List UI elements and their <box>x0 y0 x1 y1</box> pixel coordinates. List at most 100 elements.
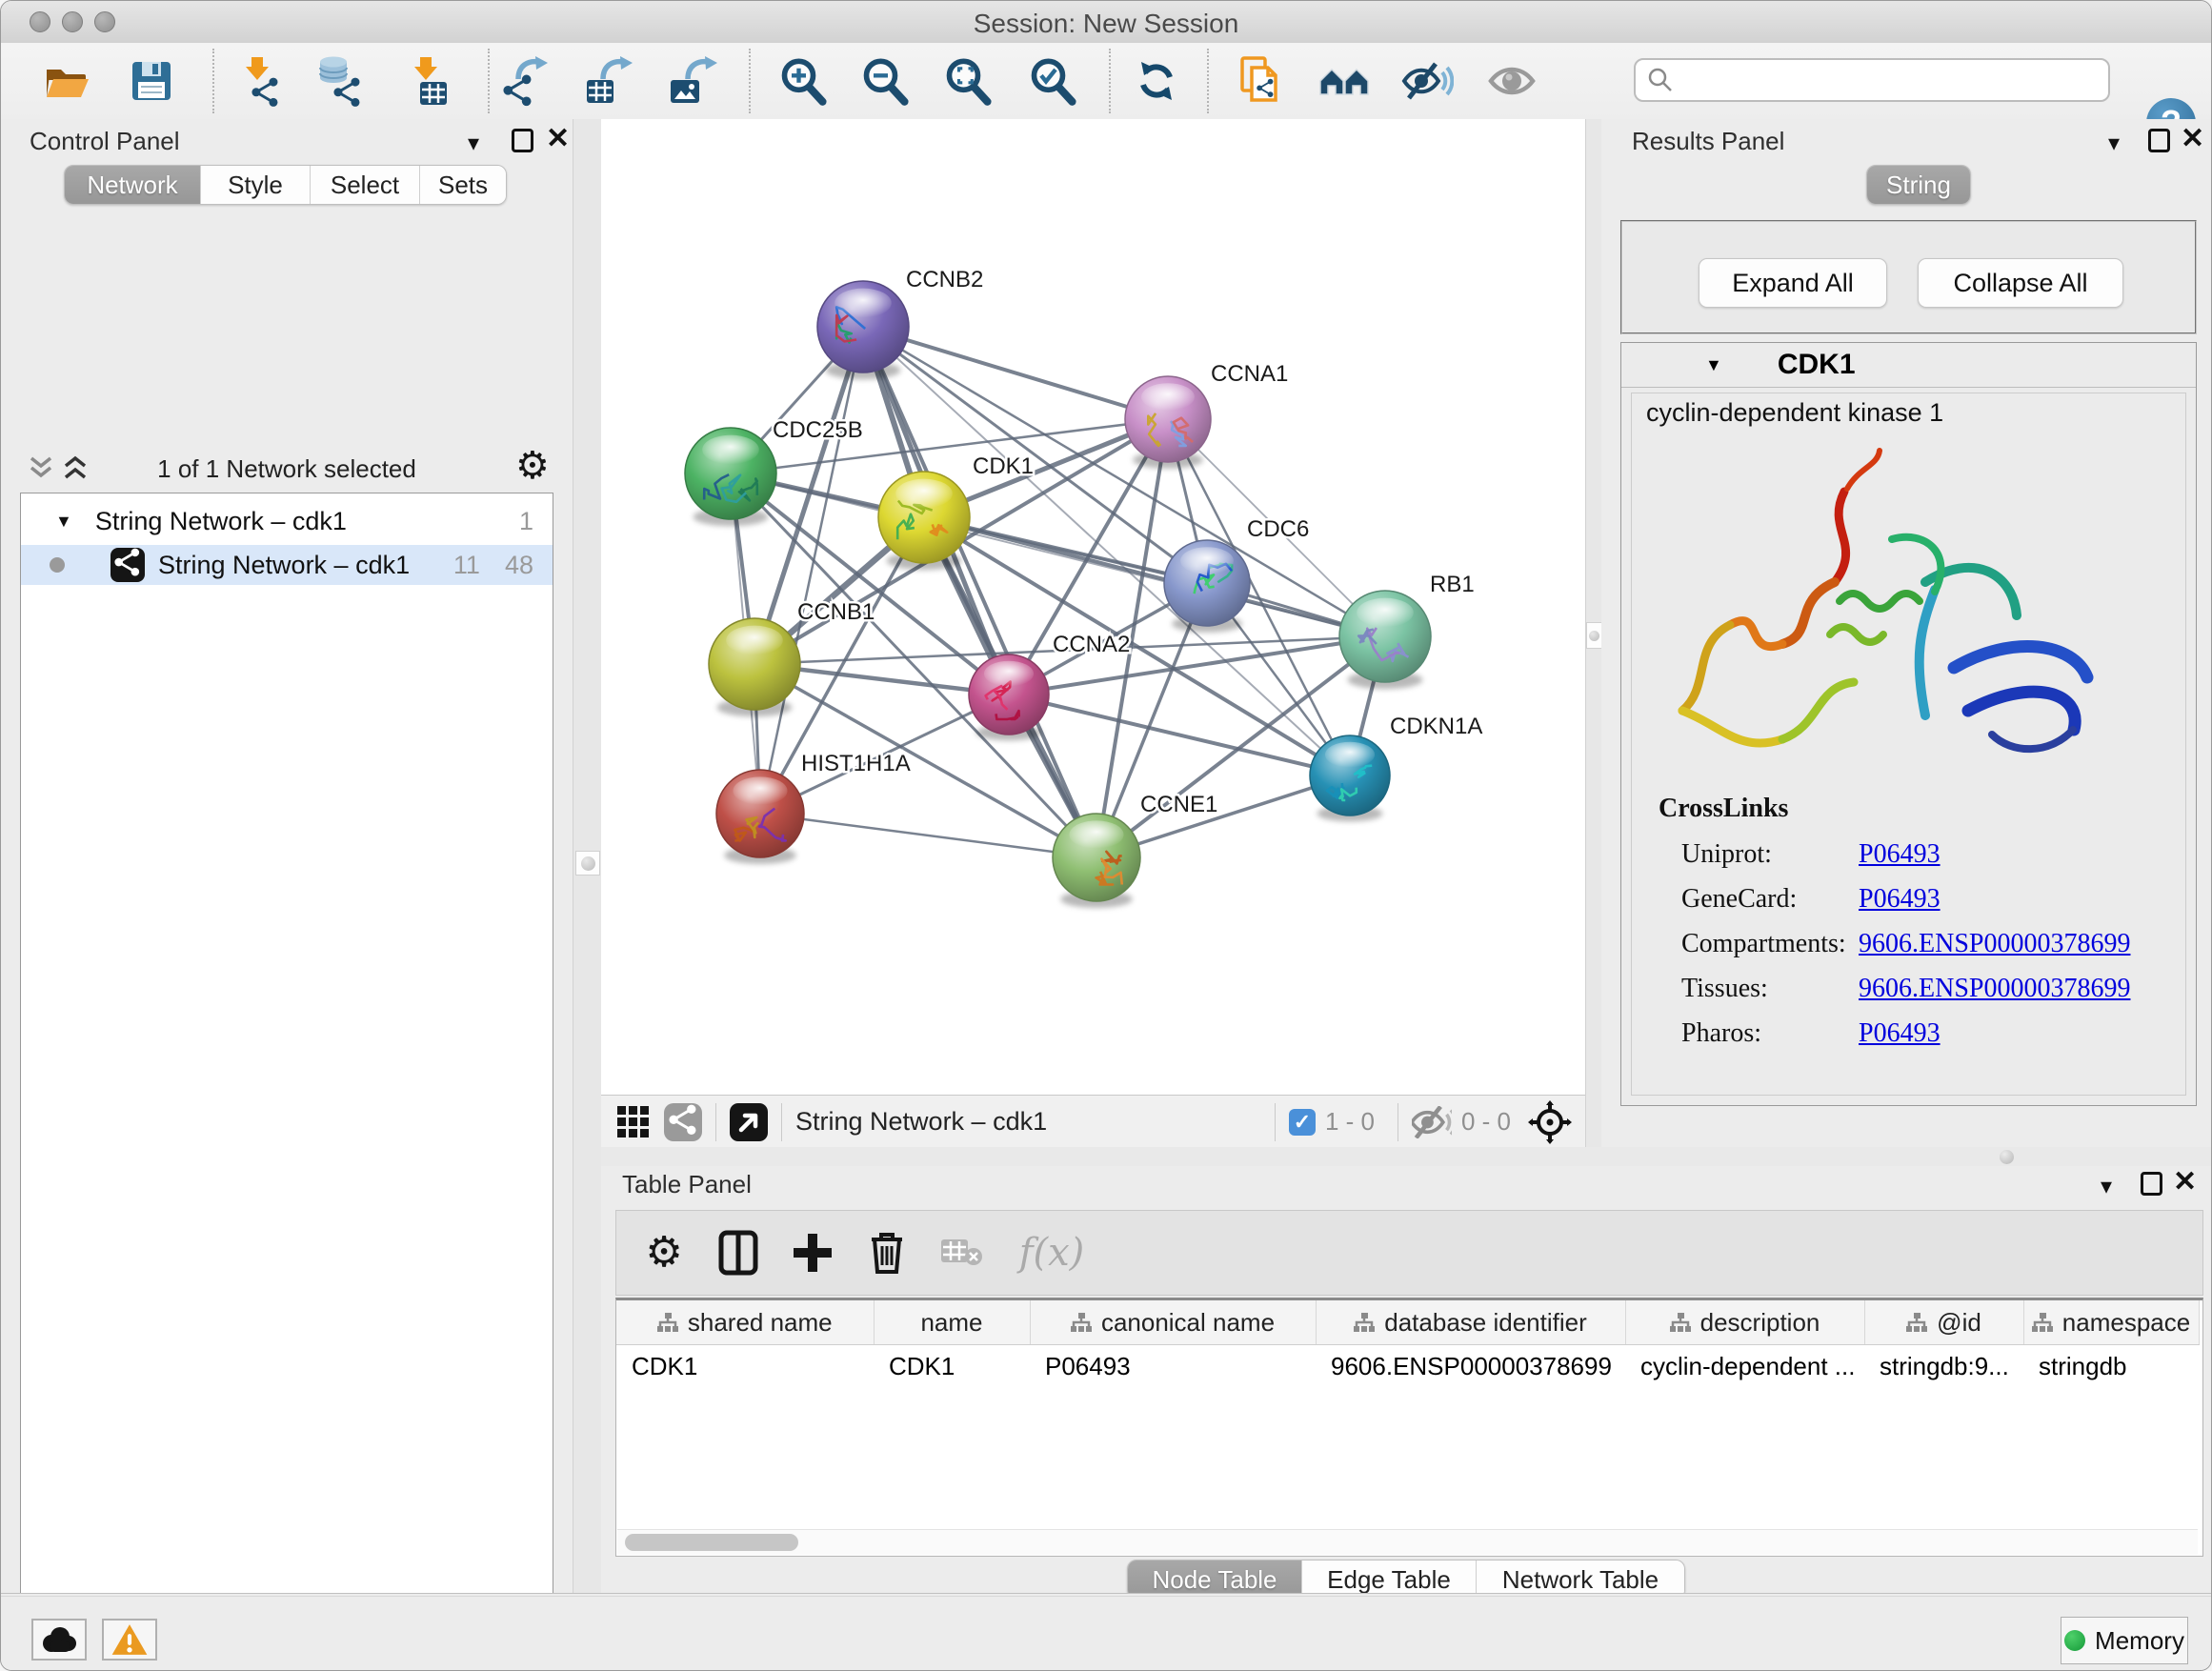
network-edge[interactable] <box>760 814 1096 857</box>
horizontal-scrollbar[interactable] <box>617 1529 2198 1555</box>
grid-view-icon[interactable] <box>616 1105 651 1139</box>
tab-network[interactable]: Network <box>65 166 200 204</box>
clone-network-icon[interactable] <box>1234 54 1287 108</box>
export-network-icon[interactable] <box>497 54 551 108</box>
cell-shared-name[interactable]: CDK1 <box>616 1345 874 1388</box>
protein-expander-icon[interactable]: ▼ <box>1705 355 1722 375</box>
scrollbar-thumb[interactable] <box>625 1534 798 1551</box>
network-node-CCNE1[interactable] <box>1053 814 1140 908</box>
selected-checkbox-icon[interactable]: ✓ <box>1289 1109 1316 1136</box>
houses-icon[interactable] <box>1317 54 1371 108</box>
memory-button[interactable]: Memory <box>2061 1617 2188 1664</box>
delete-column-trash-icon[interactable] <box>860 1226 914 1279</box>
export-image-icon[interactable] <box>664 54 717 108</box>
column-header[interactable]: database identifier <box>1316 1300 1625 1345</box>
zoom-fit-icon[interactable] <box>939 54 993 108</box>
network-options-gear-icon[interactable]: ⚙ <box>515 447 550 485</box>
search-field[interactable] <box>1634 58 2110 102</box>
table-row[interactable]: CDK1 CDK1 P06493 9606.ENSP00000378699 cy… <box>616 1345 2199 1388</box>
network-canvas[interactable]: CCNB2CCNA1CDC25BCDK1CDC6RB1CCNB1CCNA2CDK… <box>601 119 1585 1095</box>
network-node-CCNB2[interactable] <box>817 281 909 379</box>
control-panel-float-icon[interactable] <box>512 129 533 152</box>
expand-all-button[interactable]: Expand All <box>1699 258 1887 308</box>
titlebar: Session: New Session <box>1 1 2211 44</box>
tab-select[interactable]: Select <box>310 166 419 204</box>
right-splitter-handle[interactable] <box>1586 622 1602 649</box>
warning-button[interactable] <box>102 1619 157 1661</box>
column-header[interactable]: shared name <box>616 1300 874 1345</box>
network-node-CDKN1A[interactable] <box>1310 735 1390 821</box>
cell-description[interactable]: cyclin-dependent ... <box>1625 1345 1864 1388</box>
cell-database-identifier[interactable]: 9606.ENSP00000378699 <box>1316 1345 1625 1388</box>
network-edge[interactable] <box>760 327 863 814</box>
search-input[interactable] <box>1674 65 2087 96</box>
network-edge[interactable] <box>863 327 1096 857</box>
crosslink-tissues-link[interactable]: 9606.ENSP00000378699 <box>1859 974 2130 1003</box>
network-node-RB1[interactable] <box>1339 591 1431 689</box>
protein-section-header[interactable]: ▼ CDK1 <box>1621 343 2196 388</box>
network-node-CDC6[interactable] <box>1164 540 1250 633</box>
column-type-icon <box>657 1313 678 1332</box>
network-node-CCNB1[interactable] <box>709 618 800 716</box>
network-view-toolbar: String Network – cdk1 ✓ 1 - 0 0 - 0 <box>601 1095 1585 1148</box>
cell-namespace[interactable]: stringdb <box>2023 1345 2199 1388</box>
zoom-out-icon[interactable] <box>856 54 910 108</box>
column-header[interactable]: namespace <box>2023 1300 2199 1345</box>
zoom-selected-icon[interactable] <box>1024 54 1077 108</box>
cloud-button[interactable] <box>31 1619 87 1661</box>
control-panel-menu-icon[interactable]: ▾ <box>468 132 479 155</box>
tab-string[interactable]: String <box>1867 166 1970 204</box>
collection-expander-icon[interactable]: ▼ <box>55 512 72 532</box>
control-panel-close-icon[interactable]: ✕ <box>546 125 570 153</box>
show-columns-icon[interactable] <box>712 1226 765 1279</box>
network-node-HIST1H1A[interactable] <box>716 770 804 864</box>
column-header[interactable]: name <box>874 1300 1030 1345</box>
export-table-icon[interactable] <box>579 54 633 108</box>
results-panel-menu-icon[interactable]: ▾ <box>2108 132 2120 155</box>
network-node-CCNA2[interactable] <box>969 654 1049 740</box>
table-panel-close-icon[interactable]: ✕ <box>2173 1168 2197 1197</box>
cell-canonical-name[interactable]: P06493 <box>1030 1345 1316 1388</box>
cell-name[interactable]: CDK1 <box>874 1345 1030 1388</box>
crosslink-compartments-link[interactable]: 9606.ENSP00000378699 <box>1859 929 2130 958</box>
network-node-CDC25B[interactable] <box>685 428 776 526</box>
birdseye-toggle-icon[interactable] <box>730 1103 768 1141</box>
column-header[interactable]: @id <box>1864 1300 2023 1345</box>
open-session-icon[interactable] <box>39 54 92 108</box>
network-edge[interactable] <box>863 327 1168 419</box>
table-options-gear-icon[interactable]: ⚙ <box>637 1226 691 1279</box>
cell-id[interactable]: stringdb:9... <box>1864 1345 2023 1388</box>
network-thumbnail-icon[interactable] <box>664 1103 702 1141</box>
left-splitter[interactable] <box>573 119 603 1593</box>
save-session-icon[interactable] <box>125 54 178 108</box>
import-network-file-icon[interactable] <box>232 54 286 108</box>
add-column-icon[interactable] <box>786 1226 839 1279</box>
column-header[interactable]: canonical name <box>1030 1300 1316 1345</box>
protein-section-body: CrossLinks Uniprot: P06493 GeneCard: P06… <box>1631 393 2186 1096</box>
import-network-database-icon[interactable] <box>312 54 366 108</box>
node-label: CCNB1 <box>797 599 875 625</box>
crosshair-move-icon[interactable] <box>1528 1100 1572 1144</box>
import-table-file-icon[interactable] <box>399 54 452 108</box>
results-panel-float-icon[interactable] <box>2148 129 2170 152</box>
crosslink-uniprot-link[interactable]: P06493 <box>1859 839 1941 869</box>
column-header[interactable]: description <box>1625 1300 1864 1345</box>
zoom-in-icon[interactable] <box>774 54 828 108</box>
network-node-CCNA1[interactable] <box>1125 376 1211 469</box>
results-panel-close-icon[interactable]: ✕ <box>2181 125 2204 153</box>
network-row[interactable]: String Network – cdk1 11 48 <box>21 545 553 585</box>
horizontal-splitter[interactable] <box>601 1147 2212 1166</box>
tab-style[interactable]: Style <box>200 166 310 204</box>
crosslink-genecard-link[interactable]: P06493 <box>1859 884 1941 914</box>
table-panel-float-icon[interactable] <box>2141 1172 2162 1196</box>
table-panel-menu-icon[interactable]: ▾ <box>2101 1176 2112 1198</box>
collapse-all-button[interactable]: Collapse All <box>1918 258 2123 308</box>
hide-selected-eye-slash-icon[interactable] <box>1400 54 1454 108</box>
refresh-icon[interactable] <box>1130 54 1183 108</box>
network-icon <box>111 548 145 582</box>
left-splitter-handle[interactable] <box>575 851 600 876</box>
crosslink-pharos-link[interactable]: P06493 <box>1859 1018 1941 1048</box>
horizontal-splitter-handle[interactable] <box>2000 1150 2014 1164</box>
network-collection-row[interactable]: ▼ String Network – cdk1 1 <box>21 501 553 541</box>
tab-sets[interactable]: Sets <box>419 166 506 204</box>
